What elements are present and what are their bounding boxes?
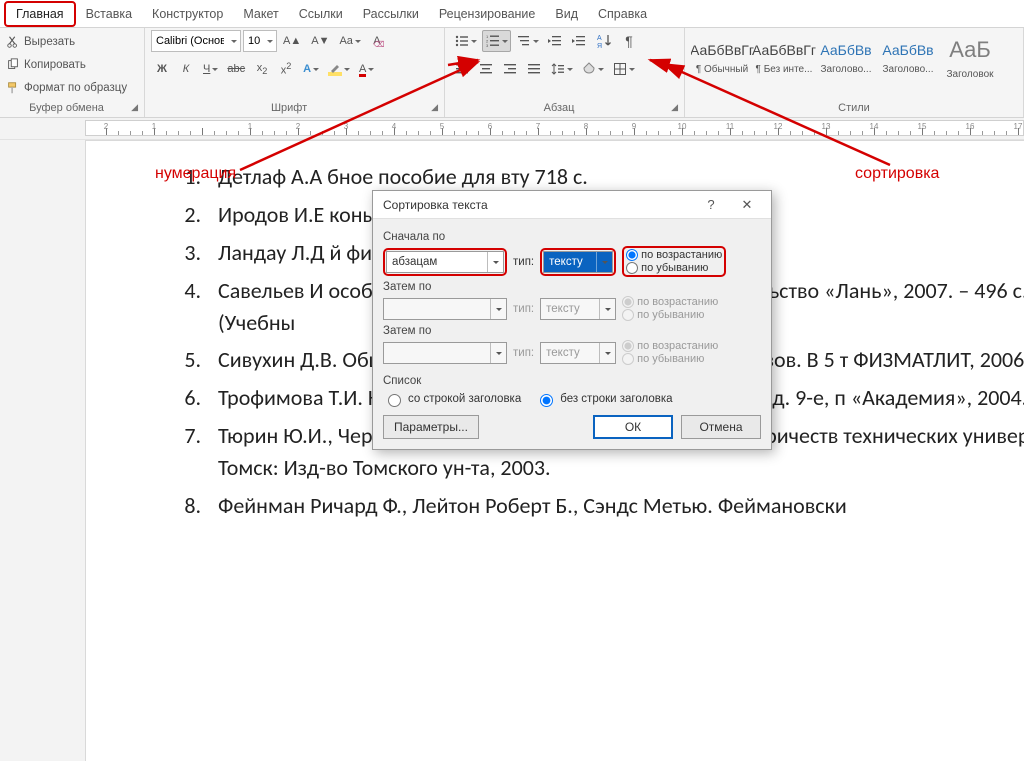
numbering-button[interactable]: 123: [482, 30, 511, 52]
italic-button[interactable]: К: [175, 58, 197, 80]
sort-button[interactable]: АЯ: [592, 30, 616, 52]
second-order-radios: по возрастанию по убыванию: [622, 296, 718, 321]
copy-label: Копировать: [24, 59, 86, 71]
line-spacing-button[interactable]: [547, 58, 576, 80]
options-button[interactable]: Параметры...: [383, 415, 479, 439]
tab-home[interactable]: Главная: [4, 1, 76, 27]
font-launcher-icon[interactable]: ◢: [431, 102, 438, 113]
show-marks-button[interactable]: ¶: [618, 30, 640, 52]
align-right-button[interactable]: [499, 58, 521, 80]
tab-help[interactable]: Справка: [588, 3, 657, 25]
shading-button[interactable]: [578, 58, 607, 80]
format-painter-button[interactable]: Формат по образцу: [6, 78, 127, 98]
second-asc-radio: по возрастанию: [622, 296, 718, 308]
font-name-combo[interactable]: [151, 30, 241, 52]
first-type-combo[interactable]: тексту: [543, 251, 613, 273]
third-desc-radio: по убыванию: [622, 353, 718, 365]
strikethrough-button[interactable]: abc: [223, 58, 249, 80]
change-case-button[interactable]: Aa: [335, 30, 363, 52]
align-center-button[interactable]: [475, 58, 497, 80]
font-size-combo[interactable]: [243, 30, 277, 52]
styles-gallery[interactable]: АаБбВвГг¶ Обычный АаБбВвГг¶ Без инте... …: [691, 30, 1001, 86]
tab-insert[interactable]: Вставка: [76, 3, 142, 25]
dialog-title: Сортировка текста: [383, 198, 693, 212]
second-type-combo[interactable]: тексту: [540, 298, 616, 320]
align-left-button[interactable]: [451, 58, 473, 80]
ruler[interactable]: 211234567891011121314151617: [0, 118, 1024, 140]
sort-dialog: Сортировка текста ? ✕ Сначала по абзацам…: [372, 190, 772, 450]
third-field-combo: [383, 342, 507, 364]
then-by-label-1: Затем по: [383, 281, 761, 293]
font-group-label: Шрифт: [271, 102, 307, 114]
clear-formatting-button[interactable]: A⌫: [366, 30, 388, 52]
tab-design[interactable]: Конструктор: [142, 3, 233, 25]
tab-mailings[interactable]: Рассылки: [353, 3, 429, 25]
type-label-1: тип:: [513, 256, 534, 268]
help-button[interactable]: ?: [693, 192, 729, 218]
cancel-button[interactable]: Отмена: [681, 415, 761, 439]
ribbon: Вырезать Копировать Формат по образцу Бу…: [0, 28, 1024, 118]
cut-label: Вырезать: [24, 36, 75, 48]
list-item[interactable]: Детлаф А.А бное пособие для вту 718 с.: [206, 161, 1024, 193]
format-painter-label: Формат по образцу: [24, 82, 127, 94]
ok-button[interactable]: ОК: [593, 415, 673, 439]
highlight-button[interactable]: [324, 58, 353, 80]
style-heading1[interactable]: АаБбВвЗаголово...: [815, 30, 877, 86]
svg-text:3: 3: [486, 43, 489, 48]
style-heading2[interactable]: АаБбВвЗаголово...: [877, 30, 939, 86]
first-field-combo[interactable]: абзацам: [386, 251, 504, 273]
tab-review[interactable]: Рецензирование: [429, 3, 546, 25]
tab-view[interactable]: Вид: [545, 3, 588, 25]
without-header-radio[interactable]: без строки заголовка: [535, 391, 672, 407]
first-order-radios: по возрастанию по убыванию: [626, 249, 722, 274]
grow-font-button[interactable]: A▲: [279, 30, 305, 52]
justify-button[interactable]: [523, 58, 545, 80]
ribbon-tabs: Главная Вставка Конструктор Макет Ссылки…: [0, 0, 1024, 28]
subscript-button[interactable]: x2: [251, 58, 273, 80]
copy-button[interactable]: Копировать: [6, 55, 127, 75]
third-asc-radio: по возрастанию: [622, 340, 718, 352]
third-order-radios: по возрастанию по убыванию: [622, 340, 718, 365]
underline-button[interactable]: Ч: [199, 58, 221, 80]
paragraph-launcher-icon[interactable]: ◢: [671, 102, 678, 113]
decrease-indent-button[interactable]: [544, 30, 566, 52]
increase-indent-button[interactable]: [568, 30, 590, 52]
clipboard-launcher-icon[interactable]: ◢: [131, 102, 138, 113]
multilevel-list-button[interactable]: [513, 30, 542, 52]
text-effects-button[interactable]: A: [299, 58, 322, 80]
type-label-3: тип:: [513, 347, 534, 359]
shrink-font-button[interactable]: A▼: [307, 30, 333, 52]
tab-layout[interactable]: Макет: [233, 3, 288, 25]
second-desc-radio: по убыванию: [622, 309, 718, 321]
bold-button[interactable]: Ж: [151, 58, 173, 80]
tab-references[interactable]: Ссылки: [289, 3, 353, 25]
style-no-spacing[interactable]: АаБбВвГг¶ Без инте...: [753, 30, 815, 86]
list-item[interactable]: Фейнман Ричард Ф., Лейтон Роберт Б., Сэн…: [206, 490, 1024, 522]
paragraph-group-label: Абзац: [544, 102, 575, 114]
list-label: Список: [383, 375, 761, 387]
borders-button[interactable]: [609, 58, 638, 80]
bullets-button[interactable]: [451, 30, 480, 52]
clipboard-group-label: Буфер обмена: [29, 102, 104, 114]
style-title[interactable]: АаБЗаголовок: [939, 30, 1001, 86]
with-header-radio[interactable]: со строкой заголовка: [383, 391, 521, 407]
second-field-combo[interactable]: [383, 298, 507, 320]
styles-group-label: Стили: [838, 102, 870, 114]
first-asc-radio[interactable]: по возрастанию: [626, 249, 722, 261]
superscript-button[interactable]: x2: [275, 58, 297, 80]
cut-button[interactable]: Вырезать: [6, 32, 127, 52]
svg-text:А: А: [597, 35, 602, 42]
font-color-button[interactable]: A: [355, 58, 377, 80]
type-label-2: тип:: [513, 303, 534, 315]
then-by-label-2: Затем по: [383, 325, 761, 337]
close-button[interactable]: ✕: [729, 192, 765, 218]
svg-text:Я: Я: [597, 43, 602, 49]
style-normal[interactable]: АаБбВвГг¶ Обычный: [691, 30, 753, 86]
first-by-label: Сначала по: [383, 231, 761, 243]
first-desc-radio[interactable]: по убыванию: [626, 262, 722, 274]
third-type-combo: тексту: [540, 342, 616, 364]
